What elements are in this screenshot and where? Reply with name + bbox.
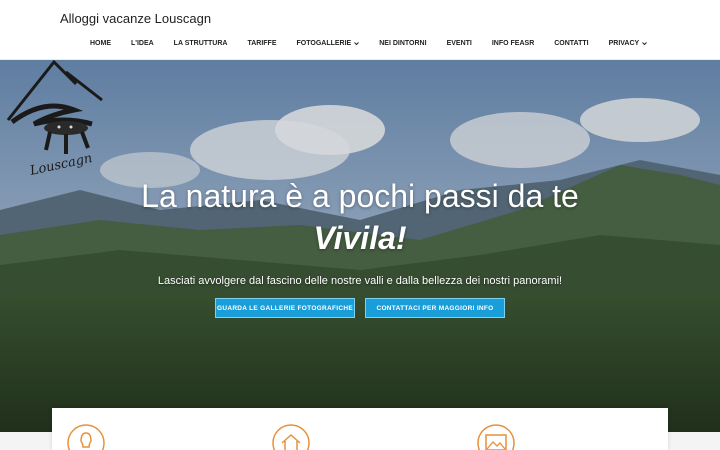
- hero-subtitle: Vivila!: [313, 220, 407, 256]
- button-label: GUARDA LE GALLERIE FOTOGRAFICHE: [216, 304, 354, 312]
- nav-item-home[interactable]: HOME: [90, 40, 111, 47]
- nav-item-struttura[interactable]: LA STRUTTURA: [174, 40, 228, 47]
- contact-us-button[interactable]: CONTATTACI PER MAGGIORI INFO: [365, 298, 505, 318]
- nav-item-label: HOME: [90, 40, 111, 47]
- site-header: Alloggi vacanze Louscagn HOME L'IDEA LA …: [0, 0, 720, 60]
- nav-item-dintorni[interactable]: NEI DINTORNI: [379, 40, 426, 47]
- nav-item-label: TARIFFE: [247, 40, 277, 47]
- nav-item-label: CONTATTI: [554, 40, 589, 47]
- nav-item-contatti[interactable]: CONTATTI: [554, 40, 588, 47]
- image-icon: [477, 424, 515, 450]
- hero-title: La natura è a pochi passi da te: [141, 178, 579, 214]
- house-icon: [272, 424, 310, 450]
- main-nav: HOME L'IDEA LA STRUTTURA TARIFFE FOTOGAL…: [90, 40, 648, 47]
- nav-item-fotogallerie[interactable]: FOTOGALLERIE: [297, 40, 360, 47]
- features-card: [52, 408, 668, 450]
- view-galleries-button[interactable]: GUARDA LE GALLERIE FOTOGRAFICHE: [215, 298, 355, 318]
- nav-item-label: NEI DINTORNI: [379, 40, 427, 47]
- nav-item-tariffe[interactable]: TARIFFE: [247, 40, 276, 47]
- nav-item-feasr[interactable]: INFO FEASR: [492, 40, 534, 47]
- nav-item-label: LA STRUTTURA: [173, 40, 228, 47]
- nav-item-label: EVENTI: [446, 40, 472, 47]
- nav-item-idea[interactable]: L'IDEA: [131, 40, 154, 47]
- nav-item-label: INFO FEASR: [491, 40, 535, 47]
- button-label: CONTATTACI PER MAGGIORI INFO: [376, 304, 494, 312]
- nav-item-eventi[interactable]: EVENTI: [447, 40, 472, 47]
- nav-item-label: FOTOGALLERIE: [296, 40, 352, 47]
- nav-item-privacy[interactable]: PRIVACY: [609, 40, 648, 47]
- nav-item-label: L'IDEA: [131, 40, 154, 47]
- lightbulb-icon: [67, 424, 105, 450]
- nav-item-label: PRIVACY: [608, 40, 640, 47]
- site-title[interactable]: Alloggi vacanze Louscagn: [60, 11, 211, 26]
- chevron-down-icon: [354, 42, 360, 46]
- hero-description: Lasciati avvolgere dal fascino delle nos…: [157, 275, 563, 287]
- chevron-down-icon: [642, 42, 648, 46]
- louscagn-logo[interactable]: Louscagn: [4, 60, 112, 180]
- logo-text: Louscagn: [28, 151, 94, 179]
